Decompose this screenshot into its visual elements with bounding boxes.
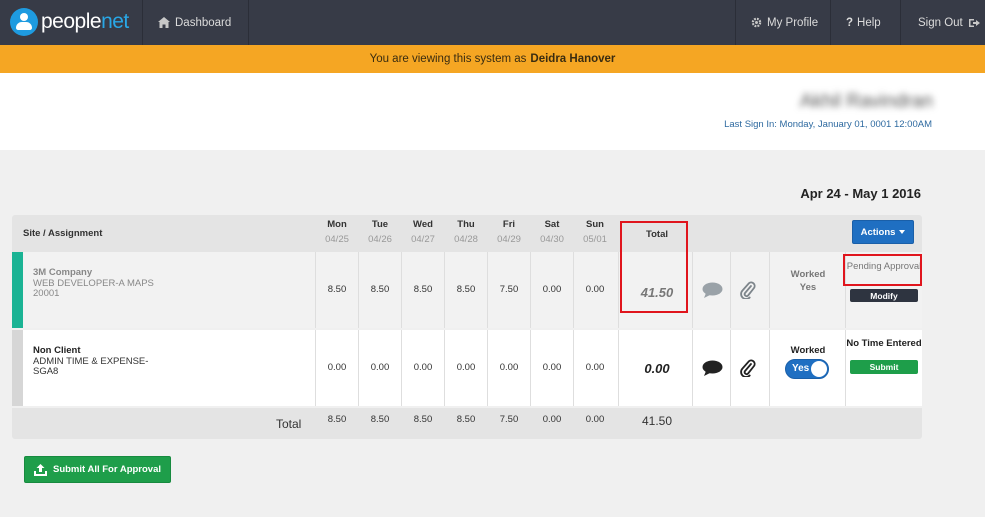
nav-divider	[142, 0, 143, 45]
nav-divider	[900, 0, 901, 45]
day-header-tue: Tue 04/26	[368, 219, 392, 245]
hours-fri[interactable]: 0.00	[489, 362, 529, 373]
hours-sat[interactable]: 0.00	[532, 362, 572, 373]
row-total: 0.00	[644, 361, 670, 376]
table-header: Site / Assignment Mon 04/25 Tue 04/26 Wed 0…	[12, 215, 922, 252]
row-status-stripe	[12, 252, 23, 328]
table-row: 3M Company WEB DEVELOPER-A MAPS 20001 8.…	[12, 252, 922, 328]
table-row: Non Client ADMIN TIME & EXPENSE- SGA8 0.…	[12, 330, 922, 406]
approval-status: No Time Entered	[846, 338, 922, 349]
banner-text: You are viewing this system as	[369, 53, 527, 65]
hours-sun[interactable]: 0.00	[575, 362, 615, 373]
peoplenet-logo[interactable]: peoplenet	[10, 7, 129, 37]
comment-icon[interactable]	[702, 360, 723, 380]
total-highlight-box	[620, 221, 688, 313]
nav-sign-out[interactable]: Sign Out	[918, 0, 985, 45]
submit-all-button[interactable]: Submit All For Approval	[24, 456, 171, 483]
day-header-fri: Fri 04/29	[497, 219, 521, 245]
nav-divider	[735, 0, 736, 45]
attachment-icon[interactable]	[740, 359, 756, 380]
site-assignment-header: Site / Assignment	[23, 228, 103, 239]
gear-icon	[751, 17, 762, 28]
banner-user: Deidra Hanover	[530, 53, 616, 65]
company-name: 3M Company	[33, 267, 93, 278]
hours-thu[interactable]: 0.00	[446, 362, 486, 373]
nav-my-profile[interactable]: My Profile	[751, 0, 818, 45]
actions-label: Actions	[860, 226, 896, 238]
top-navbar: peoplenet Dashboard My Profile ? Help Si…	[0, 0, 985, 45]
row-status-stripe	[12, 330, 23, 406]
worked-toggle[interactable]: Yes	[785, 359, 829, 379]
toggle-knob	[811, 361, 827, 377]
week-range: Apr 24 - May 1 2016	[800, 186, 921, 201]
nav-help-label: Help	[857, 16, 881, 29]
footer-hours-thu: 8.50	[456, 414, 476, 425]
site-assignment: 3M Company WEB DEVELOPER-A MAPS 20001	[33, 267, 154, 300]
site-assignment: Non Client ADMIN TIME & EXPENSE- SGA8	[33, 345, 148, 378]
footer-hours-mon: 8.50	[327, 414, 347, 425]
comment-icon[interactable]	[702, 282, 723, 302]
timesheet-table: Site / Assignment Mon 04/25 Tue 04/26 Wed 0…	[12, 215, 922, 439]
logo-icon	[10, 8, 38, 36]
footer-hours-sun: 0.00	[585, 414, 605, 425]
last-sign-in: Last Sign In: Monday, January 01, 0001 1…	[724, 119, 932, 130]
day-header-mon: Mon 04/25	[325, 219, 349, 245]
submit-button[interactable]: Submit	[850, 360, 918, 374]
attachment-icon[interactable]	[740, 281, 756, 302]
hours-mon[interactable]: 0.00	[317, 362, 357, 373]
nav-divider	[248, 0, 249, 45]
caret-down-icon	[899, 230, 906, 234]
hours-fri[interactable]: 7.50	[489, 284, 529, 295]
logo-text: peoplenet	[41, 10, 129, 33]
table-footer: Total 8.50 8.50 8.50 8.50 7.50 0.00 0.00…	[12, 408, 922, 439]
hours-sun[interactable]: 0.00	[575, 284, 615, 295]
hours-thu[interactable]: 8.50	[446, 284, 486, 295]
user-header: Akhil Ravindran Last Sign In: Monday, Ja…	[0, 73, 985, 150]
day-header-wed: Wed 04/27	[411, 219, 435, 245]
submit-all-label: Submit All For Approval	[52, 464, 162, 475]
upload-icon	[33, 463, 47, 476]
footer-total-label: Total	[276, 417, 302, 431]
hours-wed[interactable]: 8.50	[403, 284, 443, 295]
day-header-sat: Sat 04/30	[540, 219, 564, 245]
footer-hours-tue: 8.50	[370, 414, 390, 425]
assignment-code: 20001	[33, 288, 60, 299]
nav-dashboard-label: Dashboard	[175, 16, 232, 29]
company-name: Non Client	[33, 345, 81, 356]
actions-dropdown-button[interactable]: Actions	[852, 220, 914, 244]
user-name: Akhil Ravindran	[799, 91, 933, 112]
nav-dashboard[interactable]: Dashboard	[158, 0, 231, 45]
worked-value: Yes	[799, 282, 817, 293]
nav-sign-out-label: Sign Out	[918, 16, 963, 29]
hours-mon[interactable]: 8.50	[317, 284, 357, 295]
modify-button[interactable]: Modify	[850, 289, 918, 302]
sign-out-icon	[968, 18, 980, 27]
nav-my-profile-label: My Profile	[767, 16, 819, 29]
hours-tue[interactable]: 8.50	[360, 284, 400, 295]
hours-sat[interactable]: 0.00	[532, 284, 572, 295]
hours-wed[interactable]: 0.00	[403, 362, 443, 373]
day-header-sun: Sun 05/01	[583, 219, 607, 245]
toggle-label: Yes	[792, 363, 810, 374]
status-highlight-box	[843, 254, 922, 286]
hours-tue[interactable]: 0.00	[360, 362, 400, 373]
worked-label: Worked	[790, 269, 826, 280]
impersonation-banner: You are viewing this system as Deidra Ha…	[0, 45, 985, 73]
worked-label: Worked	[790, 345, 826, 356]
day-header-thu: Thu 04/28	[454, 219, 478, 245]
assignment-code: SGA8	[33, 366, 59, 377]
worked-status: Worked Yes	[772, 268, 844, 294]
footer-hours-sat: 0.00	[542, 414, 562, 425]
question-icon: ?	[846, 16, 854, 29]
grand-total: 41.50	[641, 414, 673, 428]
nav-divider	[830, 0, 831, 45]
footer-hours-fri: 7.50	[499, 414, 519, 425]
home-icon	[158, 17, 170, 28]
footer-hours-wed: 8.50	[413, 414, 433, 425]
nav-help[interactable]: ? Help	[846, 0, 881, 45]
